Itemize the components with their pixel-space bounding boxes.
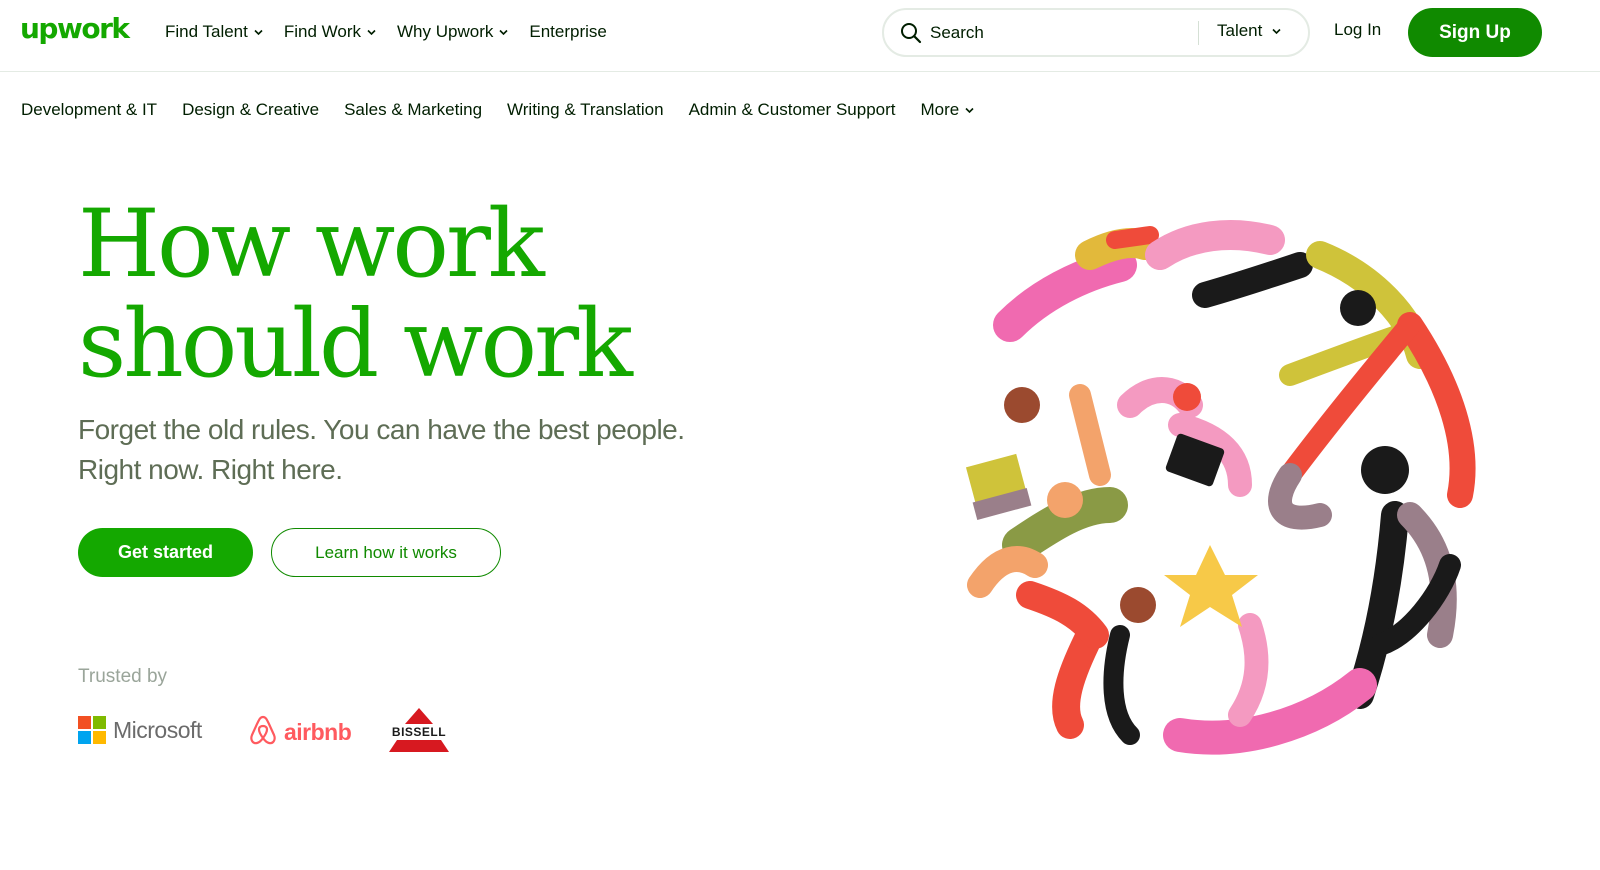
nav-find-talent-label: Find Talent xyxy=(165,22,248,41)
category-design-creative[interactable]: Design & Creative xyxy=(182,100,319,120)
category-more[interactable]: More xyxy=(920,100,974,120)
microsoft-logo: Microsoft xyxy=(78,716,202,744)
top-navigation-bar: upwork Find Talent Find Work Why Upwork … xyxy=(0,0,1600,72)
search-scope-label: Talent xyxy=(1217,21,1263,40)
category-development-it[interactable]: Development & IT xyxy=(21,100,157,120)
airbnb-belo-icon xyxy=(248,714,278,751)
nav-why-upwork[interactable]: Why Upwork xyxy=(397,20,508,44)
airbnb-logo-text: airbnb xyxy=(284,719,352,745)
trusted-by-label: Trusted by xyxy=(78,666,168,687)
search-scope-dropdown[interactable]: Talent xyxy=(1217,21,1281,41)
hero-subtext-line-2: Right now. Right here. xyxy=(78,454,343,485)
category-admin-support[interactable]: Admin & Customer Support xyxy=(689,100,896,120)
chevron-down-icon xyxy=(1272,27,1281,35)
chevron-down-icon xyxy=(254,28,263,36)
hero-headline: How work should work xyxy=(78,190,633,399)
search-divider xyxy=(1198,21,1199,45)
hero-subtext: Forget the old rules. You can have the b… xyxy=(78,410,758,490)
login-link[interactable]: Log In xyxy=(1334,20,1381,40)
get-started-button[interactable]: Get started xyxy=(78,528,253,577)
upwork-logo[interactable]: upwork xyxy=(20,12,130,45)
nav-why-upwork-label: Why Upwork xyxy=(397,22,494,41)
bissell-logo: BISSELL xyxy=(385,708,455,754)
chevron-down-icon xyxy=(965,106,974,114)
category-more-label: More xyxy=(920,100,960,119)
bissell-logo-text: BISSELL xyxy=(385,725,453,739)
category-sales-marketing[interactable]: Sales & Marketing xyxy=(344,100,482,120)
category-writing-translation[interactable]: Writing & Translation xyxy=(507,100,664,120)
nav-find-talent[interactable]: Find Talent xyxy=(165,20,263,44)
chevron-down-icon xyxy=(367,28,376,36)
hero-headline-line-2: should work xyxy=(78,290,633,399)
learn-how-it-works-button[interactable]: Learn how it works xyxy=(271,528,501,577)
microsoft-windows-icon xyxy=(78,716,106,744)
hero-subtext-line-1: Forget the old rules. You can have the b… xyxy=(78,414,685,445)
search-icon xyxy=(900,22,922,44)
illustration-figures xyxy=(965,220,1476,755)
signup-button[interactable]: Sign Up xyxy=(1408,8,1542,57)
nav-enterprise[interactable]: Enterprise xyxy=(529,20,606,44)
main-nav: Find Talent Find Work Why Upwork Enterpr… xyxy=(165,20,629,44)
microsoft-logo-text: Microsoft xyxy=(113,716,202,743)
nav-find-work[interactable]: Find Work xyxy=(283,20,376,44)
search-input[interactable] xyxy=(930,20,1180,46)
chevron-down-icon xyxy=(499,28,508,36)
hero-headline-line-1: How work xyxy=(78,190,545,299)
airbnb-logo: airbnb xyxy=(248,714,352,751)
nav-enterprise-label: Enterprise xyxy=(529,22,607,41)
nav-find-work-label: Find Work xyxy=(283,22,362,41)
hero-illustration xyxy=(940,215,1500,755)
search-bar: Talent xyxy=(882,8,1310,57)
category-bar: Development & IT Design & Creative Sales… xyxy=(21,100,998,120)
